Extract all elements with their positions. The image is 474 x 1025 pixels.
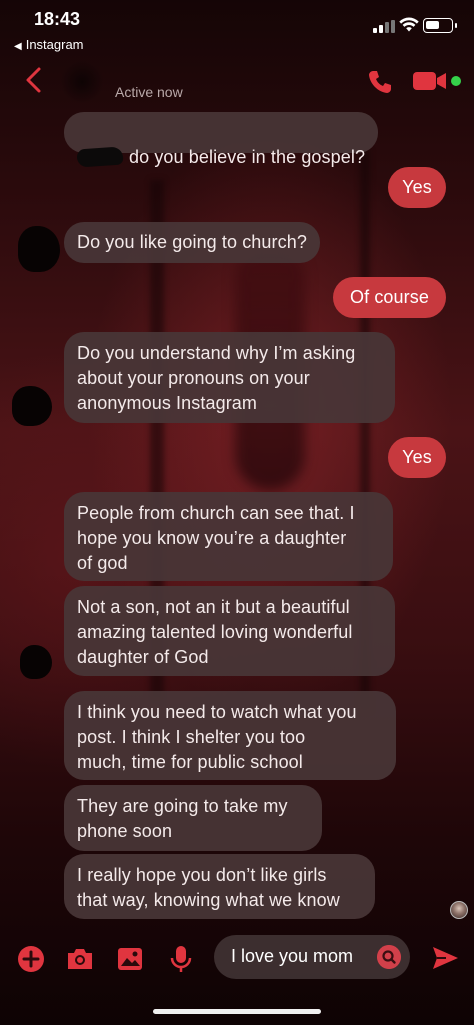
send-icon[interactable] bbox=[431, 944, 459, 972]
video-camera-icon[interactable] bbox=[412, 70, 448, 92]
wifi-icon bbox=[399, 17, 419, 32]
status-time: 18:43 bbox=[34, 9, 81, 29]
message-outgoing[interactable]: Of course bbox=[333, 277, 446, 318]
message-incoming[interactable]: People from church can see that. I hope … bbox=[64, 492, 393, 581]
back-triangle-icon: ◀ bbox=[14, 41, 22, 52]
phone-icon[interactable] bbox=[366, 68, 394, 96]
message-composer: I love you mom bbox=[0, 930, 474, 990]
back-to-instagram[interactable]: ◀ Instagram bbox=[14, 37, 84, 52]
message-input[interactable]: I love you mom bbox=[214, 935, 410, 979]
message-outgoing[interactable]: Yes bbox=[388, 167, 446, 208]
microphone-icon[interactable] bbox=[166, 944, 196, 974]
gallery-icon[interactable] bbox=[115, 944, 145, 974]
redacted-avatar bbox=[20, 645, 52, 679]
message-input-value: I love you mom bbox=[231, 946, 354, 966]
redacted-name bbox=[76, 146, 124, 168]
camera-icon[interactable] bbox=[65, 944, 95, 974]
add-icon[interactable] bbox=[16, 944, 46, 974]
cell-signal-icon bbox=[373, 20, 395, 33]
status-bar: 18:43 ◀ Instagram bbox=[0, 0, 474, 58]
message-incoming[interactable]: Not a son, not an it but a beautiful ama… bbox=[64, 586, 395, 676]
home-indicator bbox=[153, 1009, 321, 1014]
message-incoming[interactable]: I really hope you don’t like girls that … bbox=[64, 854, 375, 919]
message-incoming[interactable]: do you believe in the gospel? bbox=[64, 112, 379, 168]
redacted-avatar bbox=[12, 386, 52, 426]
message-incoming[interactable]: I think you need to watch what you post.… bbox=[64, 691, 396, 780]
battery-icon bbox=[423, 18, 457, 33]
active-status: Active now bbox=[115, 84, 183, 100]
contact-avatar[interactable] bbox=[60, 60, 104, 104]
search-icon[interactable] bbox=[377, 945, 401, 969]
message-outgoing[interactable]: Yes bbox=[388, 437, 446, 478]
back-chevron-icon[interactable] bbox=[22, 66, 46, 94]
message-incoming[interactable]: Do you understand why I’m asking about y… bbox=[64, 332, 395, 423]
redacted-avatar bbox=[18, 226, 60, 272]
back-app-label: Instagram bbox=[25, 37, 84, 52]
chat-header: Active now bbox=[0, 58, 474, 108]
online-indicator bbox=[451, 76, 461, 86]
message-incoming[interactable]: Do you like going to church? bbox=[64, 222, 320, 263]
seen-avatar bbox=[450, 901, 468, 919]
message-incoming[interactable]: They are going to take my phone soon bbox=[64, 785, 322, 851]
